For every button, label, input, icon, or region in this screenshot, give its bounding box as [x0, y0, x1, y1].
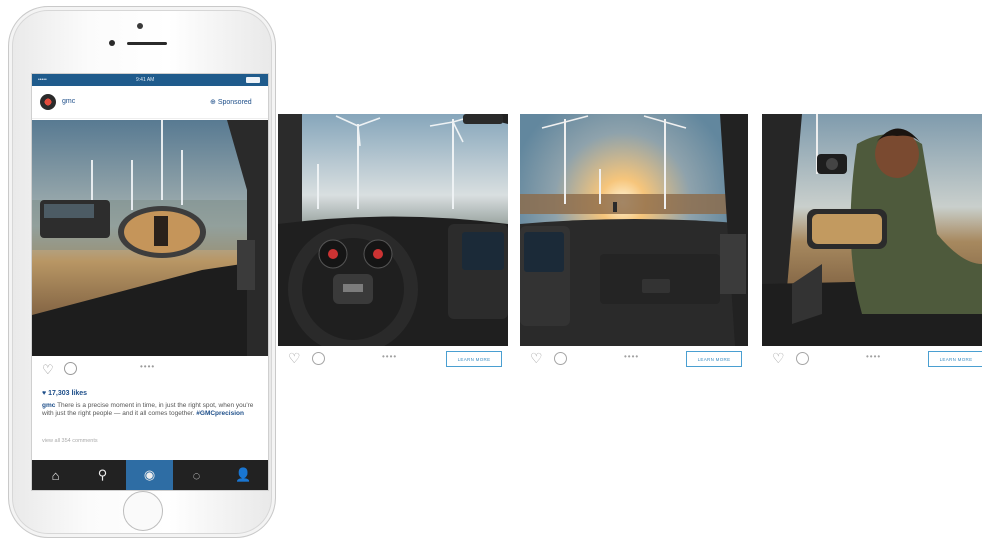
carousel-actions-3: ♡ •••• LEARN MORE	[762, 348, 982, 374]
camera-icon[interactable]: ◉	[126, 460, 173, 490]
carousel-image-1-art	[278, 114, 508, 346]
post-header: gmc ⊕ Sponsored	[32, 86, 268, 119]
likes-count[interactable]: ♥ 17,303 likes	[42, 390, 87, 397]
carousel-actions-2: ♡ •••• LEARN MORE	[520, 348, 748, 374]
view-comments-link[interactable]: view all 354 comments	[42, 438, 98, 444]
profile-icon[interactable]: 👤	[220, 460, 267, 490]
carousel-dots: ••••	[140, 362, 156, 371]
sponsored-label: ⊕ Sponsored	[210, 98, 252, 106]
status-bar: ••••• 9:41 AM	[32, 74, 268, 86]
tab-bar: ⌂ ⚲ ◉ ◌ 👤	[32, 460, 268, 490]
carousel-dots: ••••	[382, 352, 398, 361]
comment-icon[interactable]	[64, 362, 77, 375]
comment-icon[interactable]	[796, 352, 809, 365]
heart-icon[interactable]: ♡	[772, 350, 785, 367]
battery-icon	[246, 77, 260, 83]
carousel-image-3-art	[762, 114, 982, 346]
heart-icon[interactable]: ♡	[530, 350, 543, 367]
carousel-image-3[interactable]	[762, 114, 982, 346]
home-icon[interactable]: ⌂	[32, 460, 79, 490]
carousel-actions-1: ♡ •••• LEARN MORE	[278, 348, 508, 374]
carousel-dots: ••••	[624, 352, 640, 361]
front-camera	[137, 23, 143, 29]
caption-hashtag[interactable]: #GMCprecision	[196, 410, 244, 417]
sensor-dot	[109, 40, 115, 46]
carousel-image-2[interactable]	[520, 114, 748, 346]
sponsored-text: Sponsored	[217, 99, 252, 106]
post-photo-art	[32, 120, 268, 356]
learn-more-button[interactable]: LEARN MORE	[446, 351, 502, 367]
phone-mockup: ••••• 9:41 AM gmc ⊕ Sponsored ♡ •••• ♥ 1…	[8, 6, 276, 538]
post-username[interactable]: gmc	[62, 98, 75, 105]
activity-icon[interactable]: ◌	[173, 460, 220, 490]
carousel-image-2-art	[520, 114, 748, 346]
comment-icon[interactable]	[312, 352, 325, 365]
heart-icon[interactable]: ♡	[288, 350, 301, 367]
avatar[interactable]	[40, 94, 56, 110]
heart-icon[interactable]: ♡	[42, 362, 54, 378]
comment-icon[interactable]	[554, 352, 567, 365]
carrier-signal: •••••	[38, 77, 47, 83]
search-icon[interactable]: ⚲	[79, 460, 126, 490]
post-caption: gmc There is a precise moment in time, i…	[42, 402, 262, 418]
carousel-image-1[interactable]	[278, 114, 508, 346]
home-button[interactable]	[123, 491, 163, 531]
learn-more-button[interactable]: LEARN MORE	[928, 351, 982, 367]
post-photo[interactable]	[32, 120, 268, 356]
carousel-dots: ••••	[866, 352, 882, 361]
phone-screen: ••••• 9:41 AM gmc ⊕ Sponsored ♡ •••• ♥ 1…	[31, 73, 269, 491]
sponsored-icon: ⊕	[210, 99, 216, 106]
caption-username[interactable]: gmc	[42, 402, 55, 409]
learn-more-button[interactable]: LEARN MORE	[686, 351, 742, 367]
status-time: 9:41 AM	[136, 77, 155, 83]
post-actions: ♡ ••••	[32, 356, 268, 378]
earpiece-speaker	[127, 42, 167, 45]
